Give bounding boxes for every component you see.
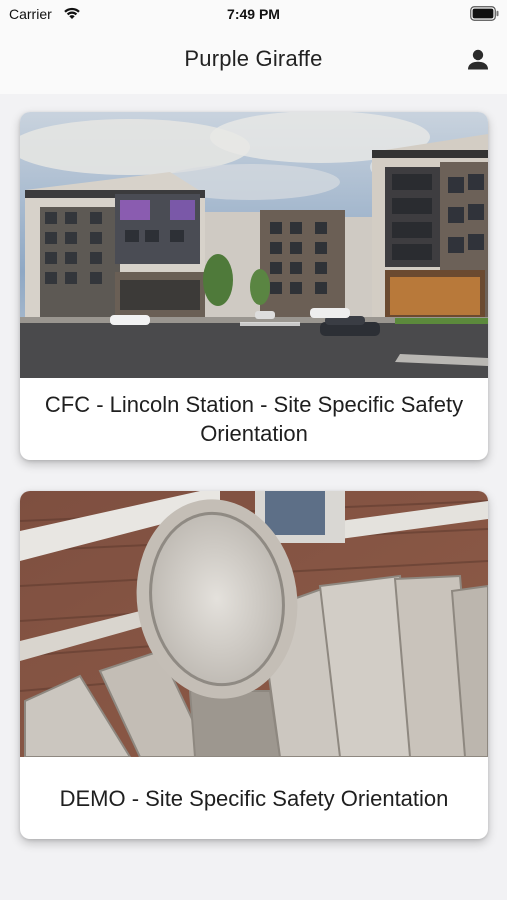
profile-button[interactable] [464, 46, 492, 74]
navigation-bar: Purple Giraffe [0, 28, 507, 94]
status-bar: Carrier 7:49 PM [0, 0, 507, 28]
stone-facade-ornament-photo [20, 491, 488, 757]
orientation-card[interactable]: CFC - Lincoln Station - Site Specific Sa… [20, 112, 488, 460]
person-icon [468, 49, 488, 70]
page-title: Purple Giraffe [184, 46, 323, 71]
apartment-building-rendering [20, 112, 488, 378]
status-time: 7:49 PM [227, 6, 280, 22]
battery-icon [470, 6, 500, 26]
orientation-card[interactable]: DEMO - Site Specific Safety Orientation [20, 491, 488, 839]
card-title: CFC - Lincoln Station - Site Specific Sa… [44, 392, 464, 446]
card-title: DEMO - Site Specific Safety Orientation [59, 785, 449, 811]
